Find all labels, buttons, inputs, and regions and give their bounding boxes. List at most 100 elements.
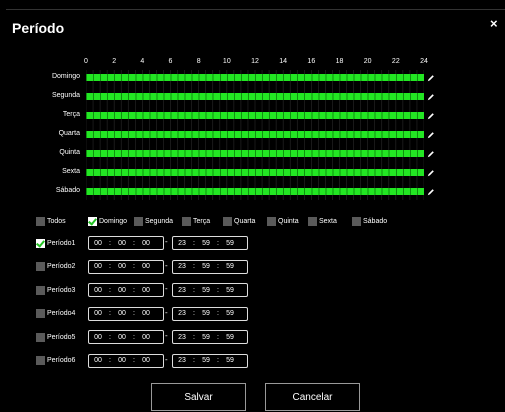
hour-tick-label: 18 xyxy=(335,58,344,65)
period-checkbox[interactable]: Período6 xyxy=(36,355,75,367)
pencil-icon[interactable] xyxy=(427,93,435,101)
time-field[interactable]: 00 xyxy=(89,263,107,270)
start-time-input[interactable]: 00:00:00 xyxy=(88,330,164,344)
end-time-input[interactable]: 23:59:59 xyxy=(172,236,248,250)
pencil-icon[interactable] xyxy=(427,112,435,120)
checkbox-box xyxy=(308,216,317,226)
period-row: Período5 00:00:00-23:59:59 xyxy=(36,330,276,344)
period-checkbox[interactable]: Período1 xyxy=(36,237,75,249)
time-field[interactable]: 00 xyxy=(137,357,155,364)
time-field[interactable]: 00 xyxy=(137,334,155,341)
range-separator: - xyxy=(165,260,168,270)
schedule-bar[interactable] xyxy=(86,188,424,195)
start-time-input[interactable]: 00:00:00 xyxy=(88,236,164,250)
time-field[interactable]: 59 xyxy=(197,310,215,317)
time-field[interactable]: 00 xyxy=(113,240,131,247)
end-time-input[interactable]: 23:59:59 xyxy=(172,330,248,344)
hour-tick-label: 22 xyxy=(391,58,400,65)
checkbox-box xyxy=(223,216,232,226)
schedule-bar[interactable] xyxy=(86,150,424,157)
time-field[interactable]: 59 xyxy=(221,287,239,294)
pencil-icon[interactable] xyxy=(427,169,435,177)
time-field[interactable]: 23 xyxy=(173,287,191,294)
hour-tick-label: 20 xyxy=(363,58,372,65)
save-button[interactable]: Salvar xyxy=(151,383,246,411)
start-time-input[interactable]: 00:00:00 xyxy=(88,283,164,297)
time-field[interactable]: 23 xyxy=(173,357,191,364)
time-field[interactable]: 00 xyxy=(137,263,155,270)
checkbox-box xyxy=(267,216,276,226)
period-label: Período6 xyxy=(47,357,76,364)
end-time-input[interactable]: 23:59:59 xyxy=(172,306,248,321)
time-field[interactable]: 00 xyxy=(113,357,131,364)
time-field[interactable]: 00 xyxy=(89,357,107,364)
hour-tick-label: 2 xyxy=(112,58,117,65)
schedule-bar[interactable] xyxy=(86,112,424,119)
time-field[interactable]: 00 xyxy=(89,287,107,294)
time-field[interactable]: 59 xyxy=(221,240,239,247)
time-field[interactable]: 00 xyxy=(89,310,107,317)
day-checkbox[interactable]: Quarta xyxy=(223,215,255,227)
time-field[interactable]: 23 xyxy=(173,263,191,270)
close-icon[interactable]: × xyxy=(490,16,498,31)
pencil-icon[interactable] xyxy=(427,150,435,158)
time-field[interactable]: 23 xyxy=(173,240,191,247)
day-checkbox[interactable]: Domingo xyxy=(88,215,127,227)
day-checkbox[interactable]: Sábado xyxy=(352,215,387,227)
pencil-icon[interactable] xyxy=(427,74,435,82)
day-checkbox-label: Sexta xyxy=(319,217,337,225)
time-field[interactable]: 00 xyxy=(113,263,131,270)
end-time-input[interactable]: 23:59:59 xyxy=(172,283,248,297)
cancel-button[interactable]: Cancelar xyxy=(265,383,360,411)
end-time-input[interactable]: 23:59:59 xyxy=(172,353,248,368)
schedule-bar[interactable] xyxy=(86,131,424,138)
time-field[interactable]: 23 xyxy=(173,310,191,317)
time-field[interactable]: 59 xyxy=(221,310,239,317)
time-field[interactable]: 59 xyxy=(197,357,215,364)
period-checkbox[interactable]: Período5 xyxy=(36,331,75,343)
time-field[interactable]: 59 xyxy=(197,240,215,247)
hour-tick-label: 4 xyxy=(140,58,145,65)
start-time-input[interactable]: 00:00:00 xyxy=(88,306,164,321)
time-field[interactable]: 00 xyxy=(89,334,107,341)
period-checkbox[interactable]: Período3 xyxy=(36,284,75,296)
period-row: Período3 00:00:00-23:59:59 xyxy=(36,283,276,297)
time-field[interactable]: 00 xyxy=(137,310,155,317)
schedule-bar[interactable] xyxy=(86,169,424,176)
start-time-input[interactable]: 00:00:00 xyxy=(88,259,164,274)
day-checkbox[interactable]: Todos xyxy=(36,215,66,227)
day-checkbox[interactable]: Sexta xyxy=(308,215,337,227)
schedule-bar[interactable] xyxy=(86,93,424,100)
time-field[interactable]: 59 xyxy=(197,263,215,270)
period-checkbox[interactable]: Período4 xyxy=(36,308,75,320)
time-field[interactable]: 00 xyxy=(113,287,131,294)
time-field[interactable]: 00 xyxy=(113,310,131,317)
time-field[interactable]: 59 xyxy=(221,334,239,341)
time-field[interactable]: 00 xyxy=(113,334,131,341)
time-field[interactable]: 59 xyxy=(197,287,215,294)
time-field[interactable]: 59 xyxy=(221,263,239,270)
period-label: Período3 xyxy=(47,286,76,294)
end-time-input[interactable]: 23:59:59 xyxy=(172,259,248,274)
day-checkbox[interactable]: Segunda xyxy=(134,215,173,227)
checkbox-box xyxy=(36,332,45,342)
period-checkbox[interactable]: Período2 xyxy=(36,261,75,273)
time-field[interactable]: 00 xyxy=(89,240,107,247)
dialog-title: Período xyxy=(12,20,65,36)
time-field[interactable]: 00 xyxy=(137,240,155,247)
day-checkbox[interactable]: Terça xyxy=(182,215,210,227)
pencil-icon[interactable] xyxy=(427,188,435,196)
checkbox-box xyxy=(352,216,361,226)
time-field[interactable]: 23 xyxy=(173,334,191,341)
day-checkbox[interactable]: Quinta xyxy=(267,215,299,227)
time-field[interactable]: 59 xyxy=(197,334,215,341)
period-row: Período1 00:00:00-23:59:59 xyxy=(36,236,276,250)
range-separator: - xyxy=(165,284,168,293)
hour-tick-label: 14 xyxy=(279,58,288,65)
schedule-bar[interactable] xyxy=(86,74,424,81)
time-field[interactable]: 59 xyxy=(221,357,239,364)
start-time-input[interactable]: 00:00:00 xyxy=(88,353,164,368)
time-field[interactable]: 00 xyxy=(137,287,155,294)
pencil-icon[interactable] xyxy=(427,131,435,139)
hour-tick-label: 24 xyxy=(420,58,428,65)
